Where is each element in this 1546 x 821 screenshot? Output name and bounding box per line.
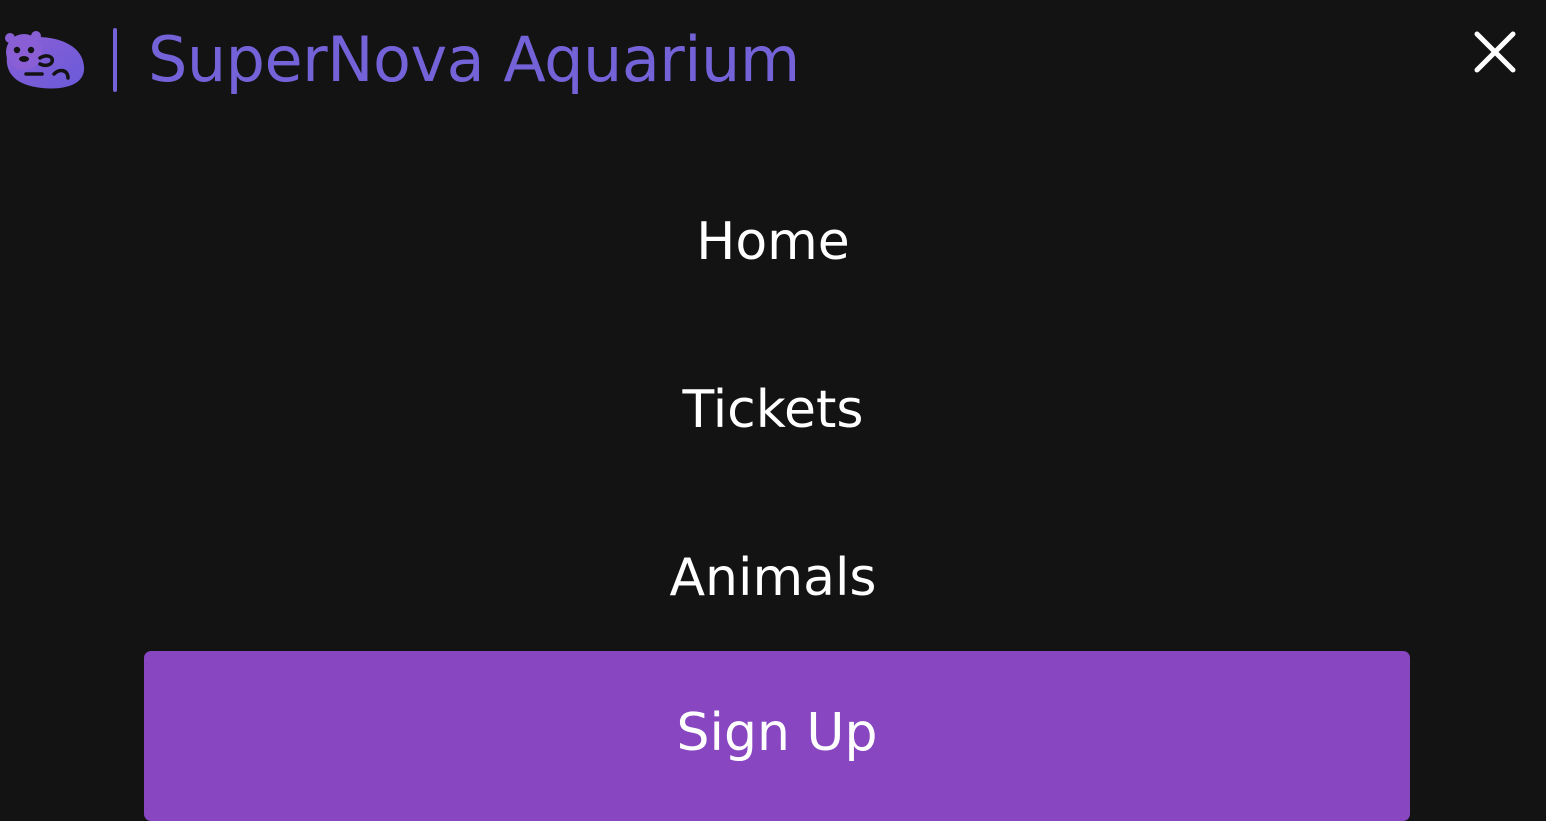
brand-title[interactable]: SuperNova Aquarium bbox=[148, 18, 800, 102]
otter-logo-icon[interactable] bbox=[2, 28, 86, 92]
close-icon[interactable] bbox=[1466, 24, 1524, 82]
header: SuperNova Aquarium bbox=[0, 0, 1546, 120]
sign-up-button[interactable]: Sign Up bbox=[144, 651, 1410, 821]
nav-link-home[interactable]: Home bbox=[0, 202, 1546, 282]
sign-up-label: Sign Up bbox=[676, 703, 878, 763]
nav-link-tickets[interactable]: Tickets bbox=[0, 370, 1546, 450]
brand-divider bbox=[113, 28, 117, 92]
nav-link-animals[interactable]: Animals bbox=[0, 538, 1546, 618]
